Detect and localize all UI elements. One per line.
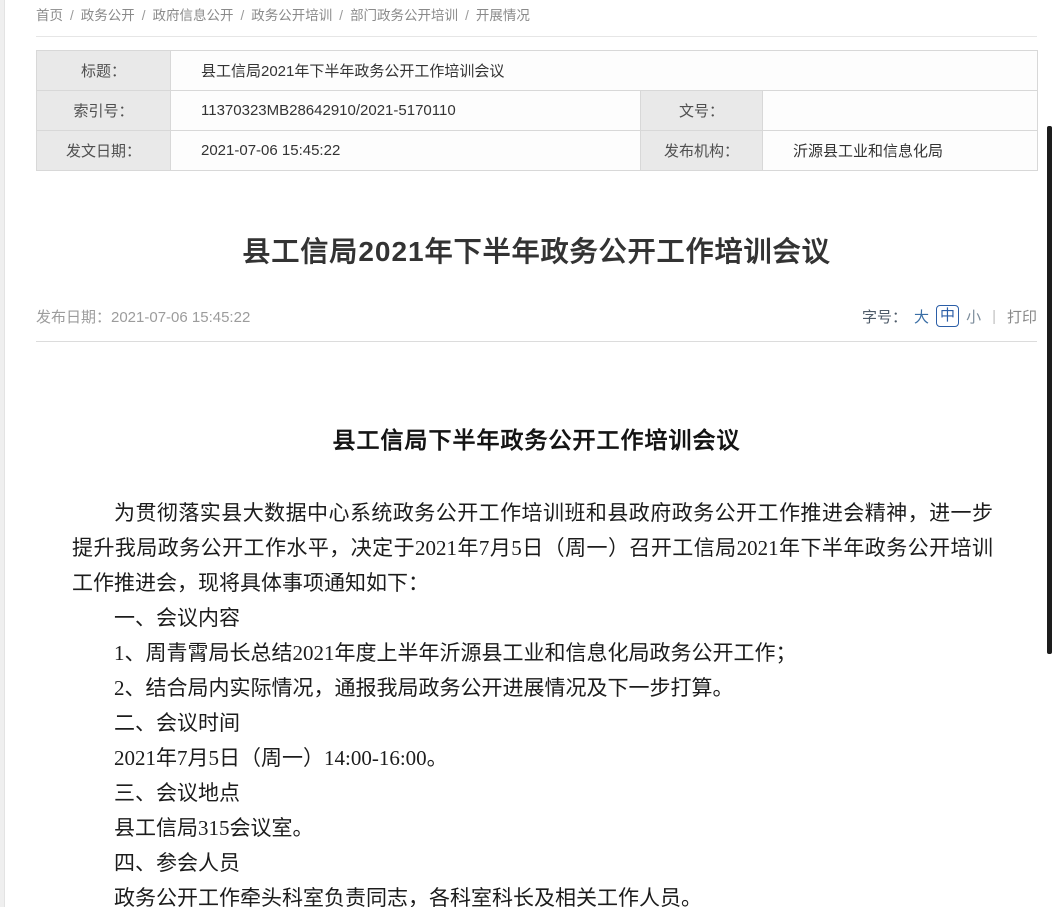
article-paragraph: 2、结合局内实际情况，通报我局政务公开进展情况及下一步打算。 (72, 671, 993, 706)
article-paragraph: 政务公开工作牵头科室负责同志，各科室科长及相关工作人员。 (72, 881, 993, 907)
publish-date: 发布日期：2021-07-06 15:45:22 (36, 306, 250, 327)
table-row: 标题： 县工信局2021年下半年政务公开工作培训会议 (37, 51, 1038, 91)
article-paragraph: 为贯彻落实县大数据中心系统政务公开工作培训班和县政府政务公开工作推进会精神，进一… (72, 496, 993, 601)
breadcrumb-separator: / (142, 8, 146, 23)
scrollbar-thumb[interactable] (1047, 126, 1052, 654)
meta-title-label: 标题： (37, 51, 171, 91)
article-paragraph: 三、会议地点 (72, 776, 993, 811)
article-paragraph: 四、参会人员 (72, 846, 993, 881)
article-paragraph: 1、周青霄局长总结2021年度上半年沂源县工业和信息化局政务公开工作； (72, 636, 993, 671)
article-paragraph: 一、会议内容 (72, 601, 993, 636)
meta-agency-value: 沂源县工业和信息化局 (763, 131, 1038, 171)
article-body: 为贯彻落实县大数据中心系统政务公开工作培训班和县政府政务公开工作推进会精神，进一… (72, 496, 993, 907)
toolbar-divider: | (992, 308, 996, 325)
print-button[interactable]: 打印 (1007, 306, 1037, 327)
meta-title-value: 县工信局2021年下半年政务公开工作培训会议 (171, 51, 1038, 91)
meta-date-value: 2021-07-06 15:45:22 (171, 131, 641, 171)
meta-index-value: 11370323MB28642910/2021-5170110 (171, 91, 641, 131)
article-paragraph: 县工信局315会议室。 (72, 811, 993, 846)
article-heading: 县工信局下半年政务公开工作培训会议 (36, 426, 1037, 456)
page-title: 县工信局2021年下半年政务公开工作培训会议 (36, 237, 1037, 267)
breadcrumb-item-zhengwugongkai[interactable]: 政务公开 (81, 8, 135, 23)
breadcrumb-item-bumenpeixun[interactable]: 部门政务公开培训 (350, 8, 458, 23)
breadcrumb-separator: / (241, 8, 245, 23)
meta-agency-label: 发布机构： (641, 131, 763, 171)
meta-docnum-value (763, 91, 1038, 131)
font-size-medium-button[interactable]: 中 (936, 305, 959, 327)
breadcrumb-separator: / (70, 8, 74, 23)
meta-index-label: 索引号： (37, 91, 171, 131)
article-paragraph: 2021年7月5日（周一）14:00-16:00。 (72, 741, 993, 776)
breadcrumb-item-gongkaipeixun[interactable]: 政务公开培训 (251, 8, 332, 23)
breadcrumb-separator: / (339, 8, 343, 23)
breadcrumb-item-xinxigongkai[interactable]: 政府信息公开 (153, 8, 234, 23)
meta-date-label: 发文日期： (37, 131, 171, 171)
page-left-gutter (0, 0, 5, 907)
document-meta-table: 标题： 县工信局2021年下半年政务公开工作培训会议 索引号： 11370323… (36, 50, 1038, 171)
font-size-large-button[interactable]: 大 (914, 306, 929, 327)
meta-docnum-label: 文号： (641, 91, 763, 131)
main-content: 首页 / 政务公开 / 政府信息公开 / 政务公开培训 / 部门政务公开培训 / 开展情况 标题： … (36, 0, 1037, 907)
article-paragraph: 二、会议时间 (72, 706, 993, 741)
breadcrumb-item-kaizhanqingkuang[interactable]: 开展情况 (476, 8, 530, 23)
breadcrumb: 首页 / 政务公开 / 政府信息公开 / 政务公开培训 / 部门政务公开培训 / 开展情况 (36, 0, 1037, 37)
breadcrumb-item-home[interactable]: 首页 (36, 8, 63, 23)
font-size-small-button[interactable]: 小 (966, 306, 981, 327)
table-row: 发文日期： 2021-07-06 15:45:22 发布机构： 沂源县工业和信息… (37, 131, 1038, 171)
font-size-tools: 字号： 大 中 小 | 打印 (862, 305, 1037, 327)
document-toolbar: 发布日期：2021-07-06 15:45:22 字号： 大 中 小 | 打印 (36, 305, 1037, 342)
breadcrumb-separator: / (465, 8, 469, 23)
font-size-label: 字号： (862, 306, 907, 327)
table-row: 索引号： 11370323MB28642910/2021-5170110 文号： (37, 91, 1038, 131)
